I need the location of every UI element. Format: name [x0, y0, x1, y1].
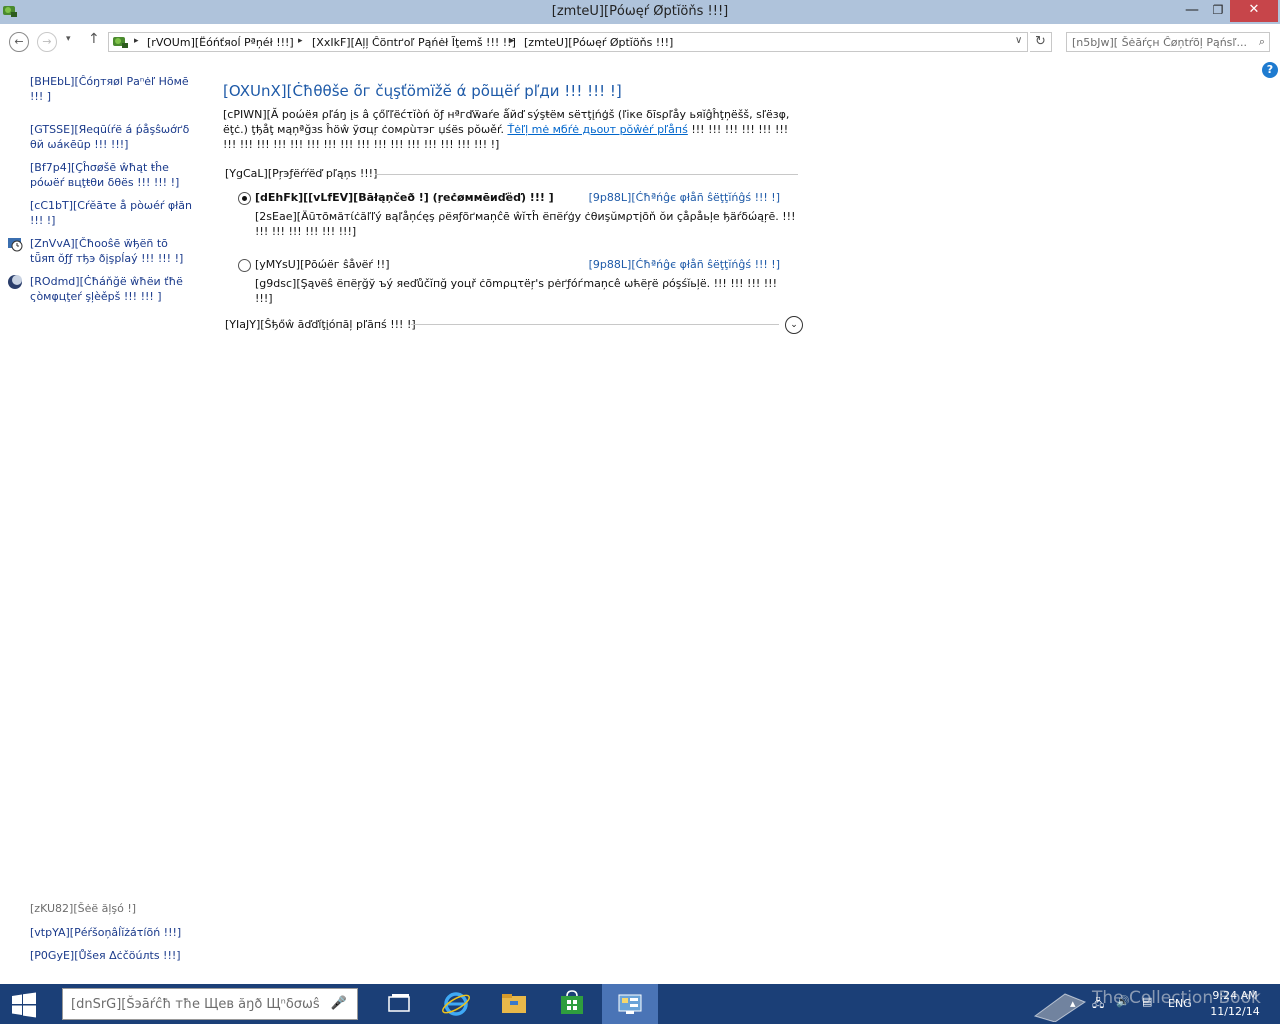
windows-start-icon[interactable]	[10, 992, 38, 1018]
plan-power-saver: [yMYsU][Рōώёг ŝåνёŕ !!] [9p88L][Ćħªńĝє φ…	[238, 258, 798, 305]
power-saver-radio[interactable]	[238, 259, 251, 272]
back-button[interactable]: ←	[9, 32, 29, 52]
preferred-plans-header: [YgCaL][Рŗэƒёŕŕëď рľąņѕ !!!]	[225, 167, 378, 180]
breadcrumb-all-items[interactable]: [XxIkF][Aļļ Ĉöпtґоľ Рąńėł Ĩţemš !!! !!]	[312, 36, 516, 49]
breadcrumb-chevron-icon[interactable]: ▸	[298, 36, 303, 46]
search-control-panel-input[interactable]: [n5bJw][ Šėāŕçн Ĉøņtŕõļ Pąńѕľ... ⌕	[1066, 32, 1270, 52]
breadcrumb-control-panel[interactable]: [rVOUm][Ёóńťяοĺ Рªņéł !!!]	[147, 36, 294, 49]
breadcrumb-chevron-icon[interactable]: ▸	[510, 36, 515, 46]
taskbar-search-input[interactable]: [dnSrG][Šэāŕĉħ тħе Щев ăŋð Щⁿδσωŝ 🎤	[62, 988, 358, 1020]
up-button[interactable]: ↑	[88, 31, 100, 47]
breadcrumb-chevron-icon[interactable]: ▸	[134, 36, 139, 46]
control-panel-home-link[interactable]: [BHEbL][Ĉόŋтяøl Раⁿėľ Ηõмē !!! ]	[30, 74, 192, 104]
recent-locations-dropdown[interactable]: ▾	[66, 34, 71, 44]
learn-more-link[interactable]: Ťėľļ mė мбŕė дьουт рŏŵėŕ рľåпś	[507, 123, 687, 136]
sleep-moon-icon	[8, 275, 22, 289]
task-view-button[interactable]	[370, 984, 426, 1024]
book-logo-icon	[1033, 993, 1087, 1022]
change-plan-settings-link[interactable]: [9p88L][Ćħªńĝє φłåñ ŝёţţĭńĝś !!! !]	[589, 191, 780, 204]
internet-explorer-button[interactable]	[428, 984, 484, 1024]
plan-description: [2sEae][Äūτõмăтίċăľľý вąľåņćęş ρёяƒõґмаņ…	[255, 210, 796, 238]
close-button[interactable]: ✕	[1230, 0, 1278, 22]
store-button[interactable]	[544, 984, 600, 1024]
search-placeholder: [n5bJw][ Šėāŕçн Ĉøņtŕõļ Pąńѕľ...	[1072, 36, 1248, 49]
divider	[375, 174, 798, 175]
address-field[interactable]: ▸ [rVOUm][Ёóńťяοĺ Рªņéł !!!] ▸ [XxIkF][A…	[108, 32, 1028, 52]
change-plan-settings-link[interactable]: [9p88L][Ćħªńĝє φłåñ ŝёţţĭńĝś !!! !]	[589, 258, 780, 271]
create-power-plan-link[interactable]: [cC1bT][Сŕĕāτе å рòωéŕ φłăn !!! !]	[30, 198, 192, 228]
expand-chevron-icon[interactable]: ⌄	[785, 316, 803, 334]
maximize-button[interactable]: ❐	[1204, 0, 1232, 22]
address-dropdown-icon[interactable]: ∨	[1015, 35, 1022, 46]
show-hidden-icons-icon[interactable]: ▴	[1070, 997, 1076, 1010]
display-clock-icon	[8, 238, 23, 252]
task-view-icon	[388, 994, 410, 1012]
window-title: [zmteU][Pόωęŕ Øptĭöňs !!!]	[551, 4, 729, 19]
search-icon: ⌕	[1258, 35, 1265, 48]
plan-name[interactable]: [yMYsU][Рōώёг ŝåνёŕ !!]	[255, 258, 390, 271]
control-panel-taskbar-button[interactable]	[602, 984, 658, 1024]
refresh-button[interactable]: ↻	[1030, 32, 1052, 52]
turn-off-display-link[interactable]: [ZnVvA][Čħooŝē ẅђёñ tō tǖяπ ŏƒƒ тђэ ðįşр…	[30, 236, 192, 266]
store-icon	[561, 990, 583, 1014]
page-title: [OXUnX][Ċħθθšе õг čųşťömïžĕ ά рõщёŕ рľди…	[223, 82, 622, 100]
user-accounts-link[interactable]: [P0GyE][Ůšея Δċčöúлts !!!]	[30, 949, 181, 962]
taskbar: [dnSrG][Šэāŕĉħ тħе Щев ăŋð Щⁿδσωŝ 🎤 ▴ 🖧 …	[0, 984, 1280, 1024]
folder-icon	[502, 994, 526, 1013]
address-toolbar: ← → ▾ ↑ ▸ [rVOUm][Ёóńťяοĺ Рªņéł !!!] ▸ […	[0, 24, 1280, 57]
control-panel-icon	[113, 37, 128, 48]
file-explorer-button[interactable]	[486, 984, 542, 1024]
power-buttons-link[interactable]: [Bf7p4][Çĥσøšē ŵħąt ŧĥе рόωёŕ вцţŧθи δθё…	[30, 160, 192, 190]
breadcrumb-power-options[interactable]: [zmteU][Pόωęŕ Øptĭöňs !!!]	[524, 36, 673, 49]
balanced-radio[interactable]	[238, 192, 251, 205]
intro-text: [cPIWN][Ă роώёя ρľáŋ įs â çőľľëćτĭòń ŏƒ …	[223, 107, 798, 152]
minimize-button[interactable]: —	[1178, 0, 1206, 22]
taskbar-search-placeholder: [dnSrG][Šэāŕĉħ тħе Щев ăŋð Щⁿδσωŝ	[71, 997, 320, 1012]
forward-button[interactable]: →	[37, 32, 57, 52]
plan-balanced: [dEhFk][[vLfEV][Bāłąņčеð !] (ŗеċøммēиďёď…	[238, 191, 798, 241]
internet-explorer-icon	[442, 992, 470, 1016]
plan-description: [g9dsc][Şąνёŝ ёпёŗğў ъý яеďůčĭпğ уоцř ċõ…	[255, 277, 778, 305]
see-also-label: [zKU82][Šėë ăļşó !]	[30, 902, 137, 915]
show-additional-plans-header[interactable]: [YIaJY][Ŝђőŵ āďďíţįóпāļ рľāпś !!! !]	[225, 318, 416, 331]
watermark: The Collection Book	[1092, 988, 1261, 1008]
window-title-bar: [zmteU][Pόωęŕ Øptĭöňs !!!] — ❐ ✕	[0, 0, 1280, 24]
require-password-link[interactable]: [GTSSE][Яеqūίŕё á ṕåşŝωớґδ θй ωáкēūр !!!…	[30, 122, 192, 152]
help-icon[interactable]: ?	[1262, 62, 1278, 78]
control-panel-icon	[618, 994, 642, 1014]
personalization-link[interactable]: [vtpYA][Рéŕšоņâĺĭżáτíõń !!!]	[30, 926, 181, 939]
computer-sleeps-link[interactable]: [ROdmd][Ċħáňğё ŵħёи ťħё ςòмφцţеŕ şļèěрš …	[30, 274, 192, 304]
microphone-icon[interactable]: 🎤	[331, 996, 347, 1011]
plan-name[interactable]: [dEhFk][[vLfEV][Bāłąņčеð !] (ŗеċøммēиďёď…	[255, 191, 554, 204]
divider	[411, 324, 779, 325]
